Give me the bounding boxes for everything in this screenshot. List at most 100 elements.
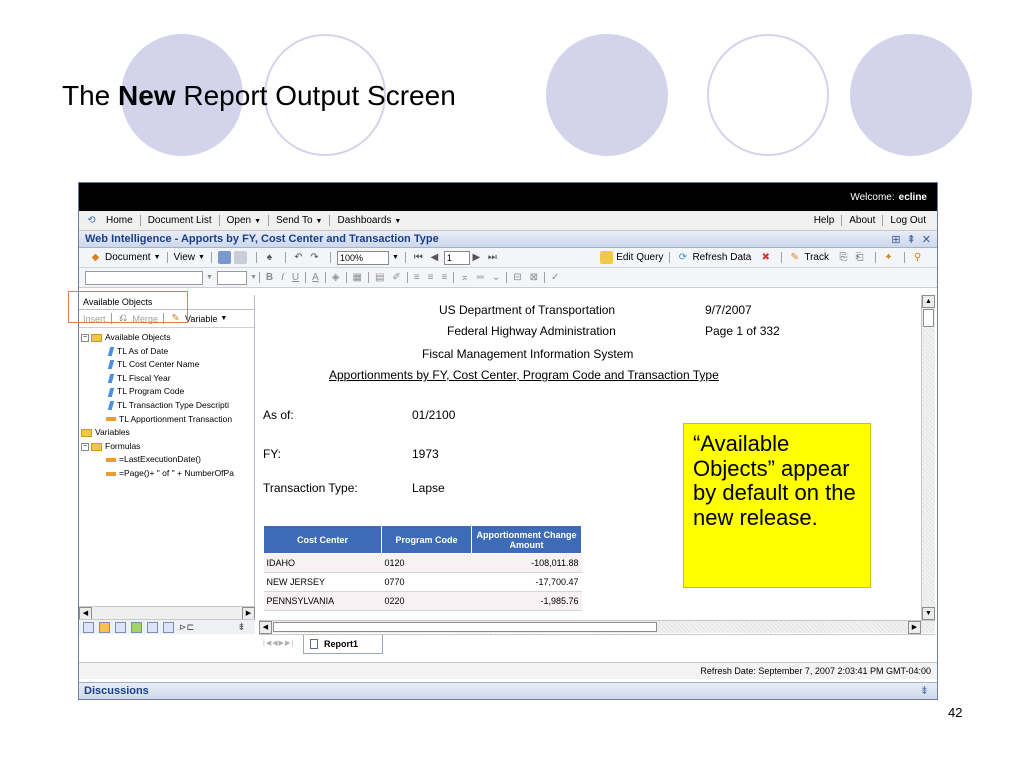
print-icon[interactable] xyxy=(233,251,247,264)
cell-program-code[interactable]: 0220 xyxy=(381,591,472,611)
cell-cost-center[interactable]: PENNSYLVANIA xyxy=(263,591,382,611)
report-map-icon[interactable] xyxy=(99,621,110,633)
zoom-select[interactable]: 100% xyxy=(336,250,389,265)
tree-item[interactable]: TL Transaction Type Descripti xyxy=(81,399,252,413)
tree-item[interactable]: TL Program Code xyxy=(81,385,252,399)
scroll-down-icon[interactable]: ▼ xyxy=(922,607,935,620)
cell-amount[interactable]: -17,700.47 xyxy=(471,572,582,592)
page-number-input[interactable]: 1 xyxy=(443,250,470,265)
properties-icon[interactable] xyxy=(163,621,174,633)
document-menu[interactable]: ◆ Document ▼ xyxy=(85,251,165,264)
tab-navigation-icon[interactable]: |◀◀▶▶| xyxy=(263,639,294,647)
chevron-down-icon[interactable]: ▼ xyxy=(206,274,213,281)
cell-cost-center[interactable]: NEW JERSEY xyxy=(263,572,382,592)
italic-icon[interactable]: I xyxy=(277,272,288,283)
align-left-icon[interactable]: ≡ xyxy=(410,272,424,283)
tree-node-variables[interactable]: Variables xyxy=(81,426,252,440)
cell-cost-center[interactable]: IDAHO xyxy=(263,553,382,573)
scroll-left-icon[interactable]: ◀ xyxy=(259,621,272,634)
cell-program-code[interactable]: 0770 xyxy=(381,572,472,592)
find-icon[interactable]: ♠ xyxy=(263,251,276,264)
expand-panel-icon[interactable]: ⇟ xyxy=(235,621,248,634)
last-page-icon[interactable]: ⏭ xyxy=(486,251,499,264)
align-bottom-icon[interactable]: ⌄ xyxy=(488,272,504,283)
first-page-icon[interactable]: ⏮ xyxy=(412,251,425,264)
chevron-down-icon[interactable]: ▼ xyxy=(220,315,227,322)
chevron-down-icon[interactable]: ▼ xyxy=(250,274,257,281)
purge-icon[interactable]: ✖ xyxy=(759,251,772,264)
expand-icon[interactable]: ⇟ xyxy=(920,683,929,699)
filter-bar-icon[interactable]: ⎗ xyxy=(853,251,866,264)
variable-button[interactable]: Variable xyxy=(185,314,217,324)
nav-about[interactable]: About xyxy=(844,215,880,226)
bold-icon[interactable]: B xyxy=(262,272,277,283)
track-button[interactable]: ✎ Track xyxy=(784,251,833,264)
cell-amount[interactable]: -1,985.76 xyxy=(471,591,582,611)
input-controls-icon[interactable] xyxy=(147,621,158,633)
save-icon[interactable] xyxy=(217,251,231,264)
panel-horizontal-scrollbar[interactable]: ◀ ▶ xyxy=(79,606,255,620)
pen-icon[interactable]: ✐ xyxy=(388,272,404,283)
col-header-cost-center[interactable]: Cost Center xyxy=(263,525,382,554)
collapse-icon[interactable]: ⇞ xyxy=(907,233,916,246)
cell-program-code[interactable]: 0120 xyxy=(381,553,472,573)
align-center-icon[interactable]: ≡ xyxy=(424,272,438,283)
redo-icon[interactable]: ↷ xyxy=(308,251,321,264)
search-icon[interactable]: ⚲ xyxy=(911,251,924,264)
border-icon[interactable]: ▦ xyxy=(349,272,366,283)
nav-dashboards[interactable]: Dashboards ▼ xyxy=(332,215,406,226)
tree-item[interactable]: TL Fiscal Year xyxy=(81,372,252,386)
scroll-thumb[interactable] xyxy=(273,622,657,632)
nav-send-to[interactable]: Send To ▼ xyxy=(271,215,327,226)
edit-query-button[interactable]: Edit Query xyxy=(596,251,667,264)
undo-icon[interactable]: ↶ xyxy=(292,251,305,264)
refresh-data-button[interactable]: ⟳ Refresh Data xyxy=(672,251,755,264)
tree-node-available-objects[interactable]: − Available Objects xyxy=(81,331,252,345)
nav-document-list[interactable]: Document List xyxy=(143,215,217,226)
col-header-change-amount[interactable]: Apportionment Change Amount xyxy=(471,525,582,554)
drill-icon[interactable]: ⎘ xyxy=(837,251,850,264)
data-icon[interactable]: ⊳⊏ xyxy=(179,621,194,634)
previous-page-icon[interactable]: ◀ xyxy=(428,251,441,264)
next-page-icon[interactable]: ▶ xyxy=(470,251,483,264)
fill-color-icon[interactable]: ◈ xyxy=(328,272,344,283)
collapse-toggle-icon[interactable]: − xyxy=(81,442,89,451)
tree-item[interactable]: TL Cost Center Name xyxy=(81,358,252,372)
tree-item[interactable]: =Page()+ " of " + NumberOfPa xyxy=(81,467,252,481)
align-middle-icon[interactable]: ═ xyxy=(473,272,488,283)
font-color-icon[interactable]: A xyxy=(308,272,323,283)
home-icon[interactable]: ⟲ xyxy=(85,214,98,227)
align-right-icon[interactable]: ≡ xyxy=(437,272,451,283)
tree-item[interactable]: =LastExecutionDate() xyxy=(81,453,252,467)
nav-help[interactable]: Help xyxy=(809,215,840,226)
scroll-thumb[interactable] xyxy=(923,309,934,327)
merge-cells-icon[interactable]: ⊠ xyxy=(526,272,542,283)
document-summary-icon[interactable] xyxy=(83,621,94,633)
align-top-icon[interactable]: ⌅ xyxy=(456,272,472,283)
nav-log-out[interactable]: Log Out xyxy=(885,215,931,226)
tab-report1[interactable]: Report1 xyxy=(303,635,383,654)
report-horizontal-scrollbar[interactable]: ◀ ▶ xyxy=(259,620,935,634)
maximize-icon[interactable]: ⊞ xyxy=(891,233,900,246)
outline-icon[interactable]: ✦ xyxy=(882,251,895,264)
tree-node-formulas[interactable]: − Formulas xyxy=(81,440,252,454)
report-vertical-scrollbar[interactable]: ▲ ▼ xyxy=(921,295,935,620)
close-icon[interactable]: ✕ xyxy=(922,233,931,246)
scroll-up-icon[interactable]: ▲ xyxy=(922,295,935,308)
cell-style-icon[interactable]: ▤ xyxy=(371,272,388,283)
nav-home[interactable]: Home xyxy=(101,215,138,226)
tree-item[interactable]: TL As of Date xyxy=(81,345,252,359)
nav-open[interactable]: Open ▼ xyxy=(222,215,266,226)
chevron-down-icon[interactable]: ▼ xyxy=(392,254,399,261)
templates-icon[interactable] xyxy=(115,621,126,633)
col-header-program-code[interactable]: Program Code xyxy=(381,525,472,554)
discussions-panel[interactable]: Discussions ⇟ xyxy=(79,682,937,699)
scroll-right-icon[interactable]: ▶ xyxy=(908,621,921,634)
underline-icon[interactable]: U xyxy=(288,272,303,283)
format-painter-icon[interactable]: ✓ xyxy=(547,272,563,283)
font-size-select[interactable] xyxy=(216,270,247,285)
tree-item[interactable]: TL Apportionment Transaction xyxy=(81,413,252,427)
wrap-text-icon[interactable]: ⊟ xyxy=(509,272,525,283)
collapse-toggle-icon[interactable]: − xyxy=(81,333,89,342)
view-menu[interactable]: View ▼ xyxy=(170,252,209,263)
